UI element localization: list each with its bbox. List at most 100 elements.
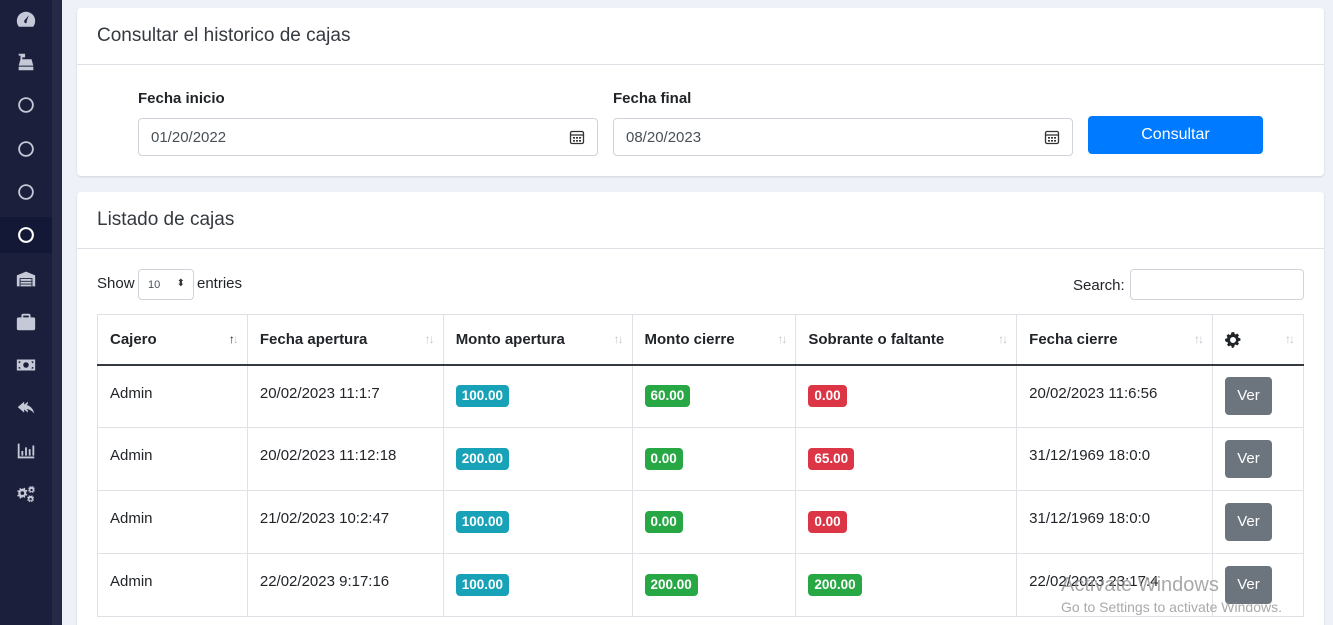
sort-asc-icon: ↑↓ bbox=[228, 332, 239, 346]
sidebar-item-circle-1[interactable] bbox=[0, 87, 52, 123]
warehouse-icon bbox=[16, 271, 36, 287]
column-header-actions[interactable]: ↑↓ bbox=[1211, 314, 1305, 366]
filter-card-title: Consultar el historico de cajas bbox=[77, 8, 1324, 65]
column-header-label: Cajero bbox=[110, 330, 157, 348]
sidebar-item-settings[interactable] bbox=[0, 476, 52, 512]
calendar-icon[interactable] bbox=[569, 129, 585, 145]
sidebar-item-circle-2[interactable] bbox=[0, 131, 52, 167]
search-input[interactable] bbox=[1130, 269, 1304, 300]
cogs-icon bbox=[17, 486, 35, 503]
select-caret-icon: ⬍ bbox=[176, 278, 185, 289]
list-card-title: Listado de cajas bbox=[77, 192, 1324, 249]
cash-register-icon bbox=[18, 53, 34, 71]
sidebar-edge bbox=[52, 0, 62, 625]
end-date-input[interactable]: 08/20/2023 bbox=[613, 118, 1073, 156]
cell-actions: Ver bbox=[1211, 490, 1305, 554]
cell-monto-apertura: 100.00 bbox=[442, 553, 633, 617]
monto-cierre-badge: 0.00 bbox=[644, 511, 683, 533]
list-card: Listado de cajas Show 10 ⬍ entries Searc… bbox=[77, 192, 1324, 625]
ver-button[interactable]: Ver bbox=[1224, 377, 1272, 416]
calendar-icon[interactable] bbox=[1044, 129, 1060, 145]
cell-monto-cierre: 60.00 bbox=[631, 364, 797, 428]
reply-icon bbox=[17, 401, 35, 414]
start-date-value: 01/20/2022 bbox=[151, 128, 227, 146]
circle-icon bbox=[18, 184, 34, 200]
column-header-fecha-cierre[interactable]: Fecha cierre ↑↓ bbox=[1016, 314, 1213, 366]
end-date-label: Fecha final bbox=[613, 90, 692, 107]
show-label: Show bbox=[97, 275, 135, 292]
monto-apertura-badge: 200.00 bbox=[455, 448, 509, 470]
table-row: Admin 20/02/2023 11:1:7 100.00 60.00 0.0… bbox=[97, 364, 1305, 428]
briefcase-icon bbox=[16, 313, 36, 331]
sidebar-item-briefcase[interactable] bbox=[0, 304, 52, 340]
monto-apertura-badge: 100.00 bbox=[455, 574, 509, 596]
sort-icon: ↑↓ bbox=[1193, 332, 1204, 346]
cell-fecha-cierre: 31/12/1969 18:0:0 bbox=[1016, 427, 1213, 491]
sidebar-item-circle-3[interactable] bbox=[0, 174, 52, 210]
filter-card: Consultar el historico de cajas Fecha in… bbox=[77, 8, 1324, 176]
cell-cajero: Admin bbox=[97, 553, 248, 617]
column-header-sobrante[interactable]: Sobrante o faltante ↑↓ bbox=[795, 314, 1018, 366]
monto-cierre-badge: 200.00 bbox=[644, 574, 698, 596]
cell-sobrante: 200.00 bbox=[795, 553, 1018, 617]
column-header-label: Fecha cierre bbox=[1029, 330, 1118, 348]
tachometer-icon bbox=[16, 11, 36, 27]
sort-icon: ↑↓ bbox=[998, 332, 1008, 346]
ver-button[interactable]: Ver bbox=[1224, 503, 1272, 541]
entries-select[interactable]: 10 ⬍ bbox=[138, 269, 194, 300]
column-header-cajero[interactable]: Cajero ↑↓ bbox=[97, 314, 248, 366]
column-header-fecha-apertura[interactable]: Fecha apertura ↑↓ bbox=[246, 314, 444, 366]
sidebar-item-returns[interactable] bbox=[0, 390, 52, 426]
cell-monto-apertura: 200.00 bbox=[442, 427, 633, 491]
sidebar-item-circle-active[interactable] bbox=[0, 217, 52, 253]
start-date-group: Fecha inicio bbox=[138, 90, 225, 107]
table-row: Admin 20/02/2023 11:12:18 200.00 0.00 65… bbox=[97, 427, 1305, 491]
column-header-label: Monto apertura bbox=[455, 330, 565, 348]
sobrante-badge: 65.00 bbox=[808, 448, 855, 470]
chart-bar-icon bbox=[17, 443, 35, 459]
start-date-input[interactable]: 01/20/2022 bbox=[138, 118, 598, 156]
column-header-monto-apertura[interactable]: Monto apertura ↑↓ bbox=[442, 314, 633, 366]
sort-icon: ↑↓ bbox=[777, 332, 787, 346]
cell-monto-cierre: 0.00 bbox=[631, 427, 797, 491]
ver-button[interactable]: Ver bbox=[1224, 440, 1272, 478]
circle-icon bbox=[18, 97, 34, 113]
money-bill-icon bbox=[16, 359, 36, 371]
cell-cajero: Admin bbox=[97, 364, 248, 428]
cell-sobrante: 65.00 bbox=[795, 427, 1018, 491]
sidebar-item-warehouse[interactable] bbox=[0, 261, 52, 297]
end-date-group: Fecha final bbox=[613, 90, 691, 107]
cell-actions: Ver bbox=[1211, 364, 1305, 428]
sobrante-badge: 0.00 bbox=[808, 511, 847, 533]
column-header-label: Fecha apertura bbox=[259, 330, 368, 348]
cell-monto-cierre: 0.00 bbox=[631, 490, 797, 554]
sidebar-item-dashboard[interactable] bbox=[0, 2, 52, 38]
sidebar-item-money[interactable] bbox=[0, 347, 52, 383]
cell-sobrante: 0.00 bbox=[795, 364, 1018, 428]
column-header-label: Monto cierre bbox=[644, 330, 735, 348]
consultar-button[interactable]: Consultar bbox=[1088, 116, 1263, 154]
sort-icon: ↑↓ bbox=[424, 332, 435, 346]
start-date-label: Fecha inicio bbox=[138, 90, 225, 107]
sidebar-item-cash-register[interactable] bbox=[0, 44, 52, 80]
gear-icon bbox=[1224, 331, 1241, 348]
sort-icon: ↑↓ bbox=[613, 332, 624, 346]
sort-icon: ↑↓ bbox=[1285, 332, 1295, 346]
monto-cierre-badge: 60.00 bbox=[644, 385, 691, 408]
column-header-monto-cierre[interactable]: Monto cierre ↑↓ bbox=[631, 314, 797, 366]
sidebar-item-reports[interactable] bbox=[0, 433, 52, 469]
cell-fecha-apertura: 20/02/2023 11:1:7 bbox=[246, 364, 444, 428]
cell-monto-apertura: 100.00 bbox=[442, 490, 633, 554]
cell-fecha-apertura: 22/02/2023 9:17:16 bbox=[246, 553, 444, 617]
table-row: Admin 21/02/2023 10:2:47 100.00 0.00 0.0… bbox=[97, 490, 1305, 554]
entries-label: entries bbox=[197, 275, 243, 292]
entries-select-value: 10 bbox=[148, 278, 161, 291]
cell-cajero: Admin bbox=[97, 427, 248, 491]
circle-icon bbox=[18, 141, 34, 157]
cell-actions: Ver bbox=[1211, 427, 1305, 491]
circle-icon bbox=[18, 227, 34, 243]
table-header-row: Cajero ↑↓ Fecha apertura ↑↓ Monto apertura… bbox=[97, 314, 1305, 366]
cell-fecha-apertura: 20/02/2023 11:12:18 bbox=[246, 427, 444, 491]
windows-activation-watermark: Activate Windows Go to Settings to activ… bbox=[1061, 574, 1282, 615]
cell-fecha-apertura: 21/02/2023 10:2:47 bbox=[246, 490, 444, 554]
